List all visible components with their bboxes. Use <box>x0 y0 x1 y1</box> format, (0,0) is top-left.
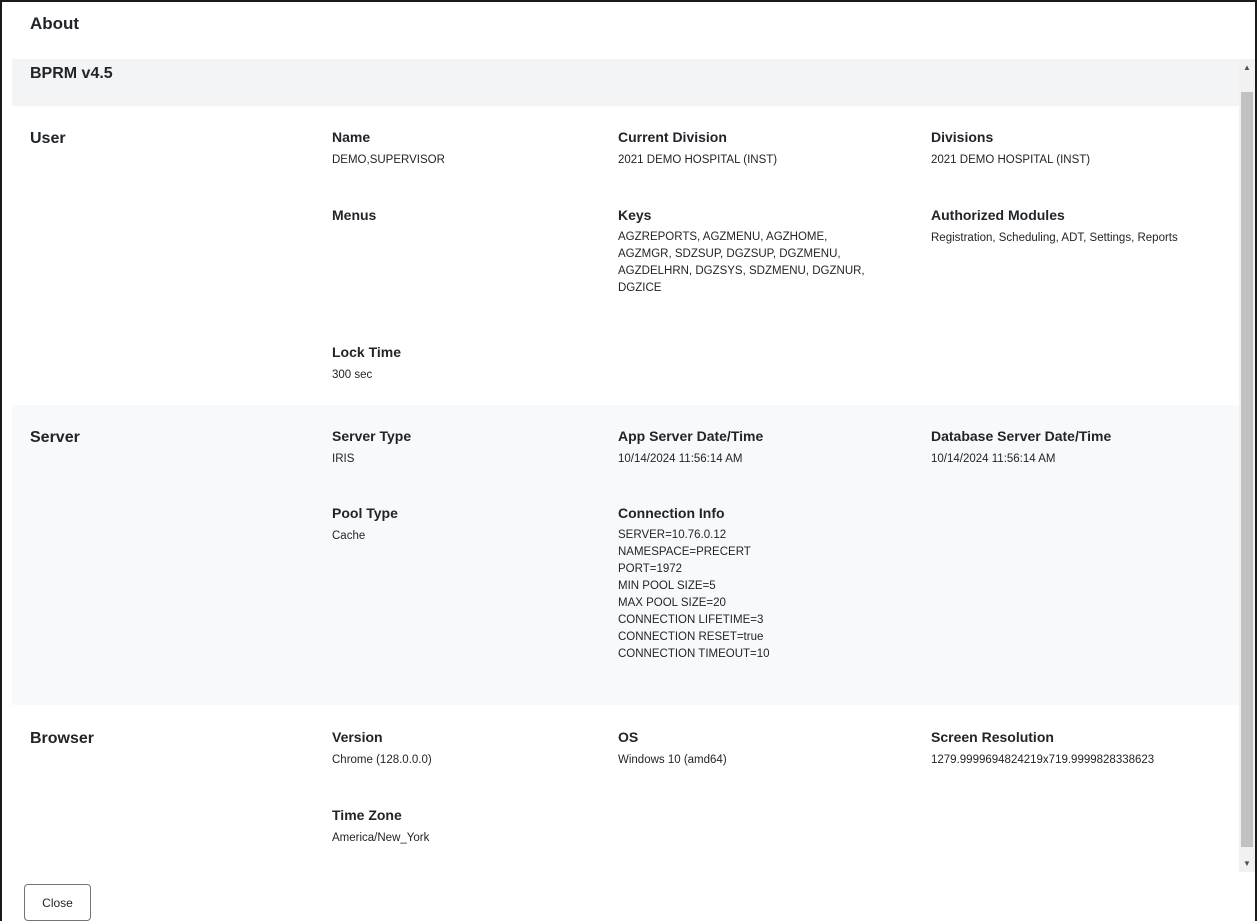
field-value: Windows 10 (amd64) <box>618 754 727 766</box>
field-label: Time Zone <box>332 807 402 823</box>
field-value: DEMO,SUPERVISOR <box>332 154 445 166</box>
vertical-scrollbar[interactable]: ▲ ▼ <box>1239 59 1255 872</box>
field-lock-time: Lock Time 300 sec <box>332 343 622 385</box>
field-time-zone: Time Zone America/New_York <box>332 806 622 848</box>
field-value: AGZREPORTS, AGZMENU, AGZHOME, AGZMGR, SD… <box>618 231 865 294</box>
field-label: Authorized Modules <box>931 207 1065 223</box>
field-current-division: Current Division 2021 DEMO HOSPITAL (INS… <box>618 128 908 170</box>
field-label: Name <box>332 129 371 145</box>
field-label: Menus <box>332 207 377 223</box>
field-value: Registration, Scheduling, ADT, Settings,… <box>931 232 1178 244</box>
dialog-body[interactable]: BPRM v4.5 User Name DEMO,SUPERVISOR Curr… <box>12 59 1255 872</box>
field-value: 300 sec <box>332 369 373 381</box>
field-label: Connection Info <box>618 505 725 521</box>
field-menus: Menus <box>332 206 622 229</box>
field-label: Database Server Date/Time <box>931 428 1112 444</box>
scroll-down-icon[interactable]: ▼ <box>1239 855 1255 872</box>
field-label: Current Division <box>618 129 727 145</box>
version-bar: BPRM v4.5 <box>12 59 1239 106</box>
close-button[interactable]: Close <box>24 884 91 921</box>
section-title-browser: Browser <box>30 730 95 747</box>
dialog-title: About <box>30 14 80 33</box>
field-connection-info: Connection Info SERVER=10.76.0.12 NAMESP… <box>618 504 908 663</box>
section-title-user: User <box>30 130 66 147</box>
field-value: 1279.9999694824219x719.9999828338623 <box>931 754 1155 766</box>
field-value: Chrome (128.0.0.0) <box>332 754 432 766</box>
server-section: Server Server Type IRIS App Server Date/… <box>12 405 1239 705</box>
field-value: 2021 DEMO HOSPITAL (INST) <box>618 154 778 166</box>
field-value: 2021 DEMO HOSPITAL (INST) <box>931 154 1091 166</box>
field-value: SERVER=10.76.0.12 NAMESPACE=PRECERT PORT… <box>618 529 770 660</box>
field-value: America/New_York <box>332 832 430 844</box>
field-divisions: Divisions 2021 DEMO HOSPITAL (INST) <box>931 128 1221 170</box>
field-app-server-datetime: App Server Date/Time 10/14/2024 11:56:14… <box>618 427 908 469</box>
field-value: 10/14/2024 11:56:14 AM <box>618 453 743 465</box>
field-label: App Server Date/Time <box>618 428 764 444</box>
field-db-server-datetime: Database Server Date/Time 10/14/2024 11:… <box>931 427 1221 469</box>
scrollbar-thumb[interactable] <box>1241 92 1253 847</box>
section-title-server: Server <box>30 429 80 446</box>
field-browser-version: Version Chrome (128.0.0.0) <box>332 728 622 770</box>
field-label: Server Type <box>332 428 412 444</box>
field-label: Pool Type <box>332 505 398 521</box>
dialog-footer: Close <box>2 872 1255 923</box>
field-value: IRIS <box>332 453 355 465</box>
field-label: Version <box>332 729 383 745</box>
user-section: User Name DEMO,SUPERVISOR Current Divisi… <box>12 106 1239 405</box>
dialog-header: About <box>2 2 1255 59</box>
field-keys: Keys AGZREPORTS, AGZMENU, AGZHOME, AGZMG… <box>618 206 908 297</box>
field-name: Name DEMO,SUPERVISOR <box>332 128 622 170</box>
field-os: OS Windows 10 (amd64) <box>618 728 908 770</box>
field-label: Screen Resolution <box>931 729 1054 745</box>
field-label: Lock Time <box>332 344 401 360</box>
browser-section: Browser Version Chrome (128.0.0.0) OS Wi… <box>12 705 1239 872</box>
scroll-up-icon[interactable]: ▲ <box>1239 59 1255 76</box>
field-server-type: Server Type IRIS <box>332 427 622 469</box>
about-dialog: About BPRM v4.5 User Name DEMO,SUPERVISO… <box>0 0 1257 923</box>
field-value: Cache <box>332 530 366 542</box>
field-authorized-modules: Authorized Modules Registration, Schedul… <box>931 206 1231 248</box>
app-version: BPRM v4.5 <box>30 65 113 82</box>
field-label: OS <box>618 729 639 745</box>
field-screen-resolution: Screen Resolution 1279.9999694824219x719… <box>931 728 1231 770</box>
field-label: Keys <box>618 207 652 223</box>
field-pool-type: Pool Type Cache <box>332 504 622 546</box>
field-value: 10/14/2024 11:56:14 AM <box>931 453 1056 465</box>
field-label: Divisions <box>931 129 994 145</box>
